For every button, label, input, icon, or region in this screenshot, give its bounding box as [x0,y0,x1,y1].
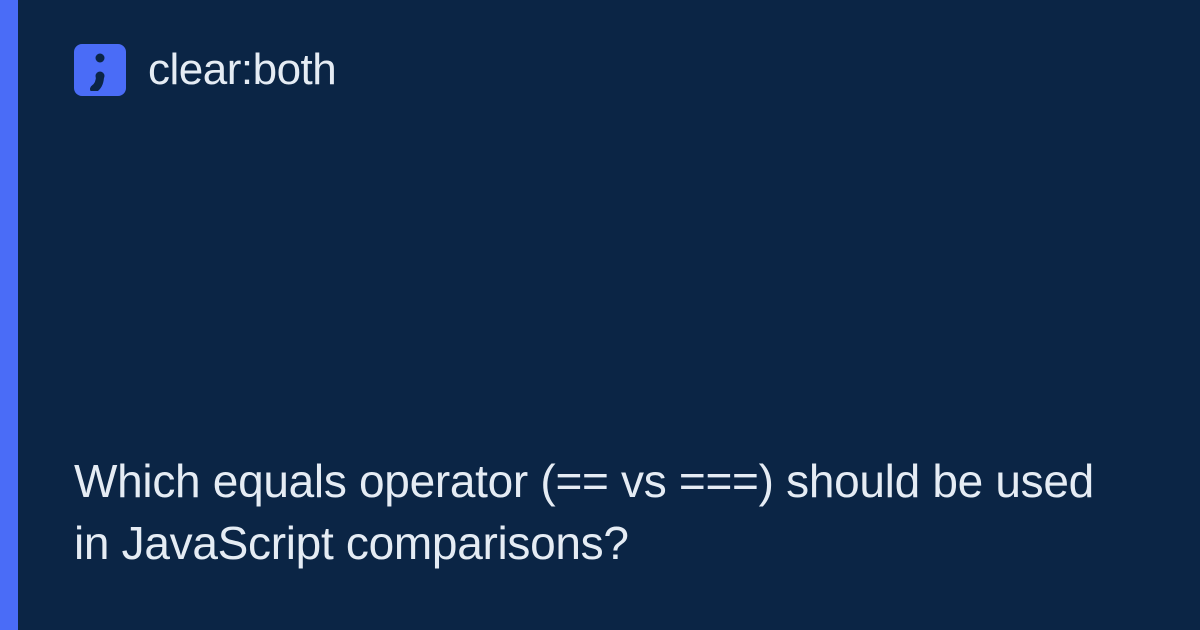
brand-name: clear:both [148,45,336,95]
semicolon-icon [85,49,115,91]
content-area: clear:both Which equals operator (== vs … [18,0,1200,630]
page-title: Which equals operator (== vs ===) should… [74,450,1094,574]
header: clear:both [74,44,1140,96]
accent-bar [0,0,18,630]
logo-box [74,44,126,96]
